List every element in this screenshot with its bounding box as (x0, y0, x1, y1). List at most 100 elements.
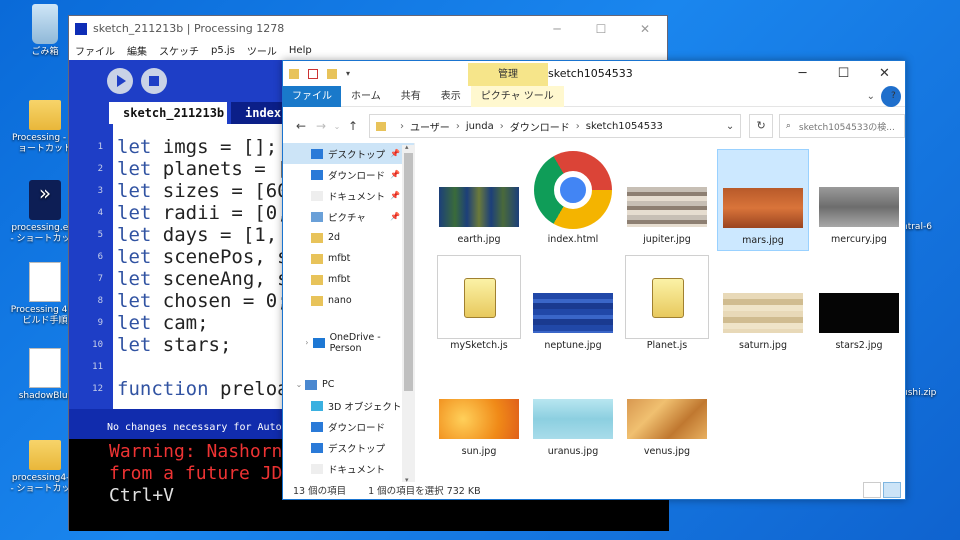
minimize-button[interactable]: ─ (535, 22, 579, 36)
minimize-button[interactable]: ─ (782, 66, 823, 81)
keyword: let (117, 180, 152, 202)
explorer-titlebar[interactable]: ▾ 管理 sketch1054533 ─ ☐ ✕ (283, 61, 905, 86)
tab-picture-tools[interactable]: ピクチャ ツール (470, 85, 564, 107)
nav-item[interactable]: 2d (283, 227, 414, 248)
path-users[interactable]: ユーザー (410, 119, 450, 134)
properties-icon[interactable] (308, 68, 318, 79)
file-item[interactable]: stars2.jpg (813, 255, 905, 357)
menu-item[interactable]: p5.js (205, 45, 241, 56)
address-dropdown-icon[interactable]: ⌄ (726, 121, 740, 132)
run-button[interactable] (107, 68, 133, 94)
menu-item[interactable]: 編集 (121, 43, 153, 58)
close-button[interactable]: ✕ (864, 66, 905, 81)
folder-icon (311, 211, 323, 222)
file-item[interactable]: sun.jpg (433, 361, 525, 463)
nav-item[interactable]: ピクチャ 📌 (283, 206, 414, 227)
file-item[interactable]: saturn.jpg (717, 255, 809, 357)
code-text: let sceneAng, sc (117, 268, 300, 290)
code-rest: days = [1, 8 (151, 224, 301, 246)
path-sketch[interactable]: sketch1054533 (586, 121, 663, 132)
code-text: let cam; (117, 312, 209, 334)
tab-view[interactable]: 表示 (431, 86, 471, 107)
chevron-down-icon[interactable]: ▾ (346, 69, 350, 79)
tab-share[interactable]: 共有 (391, 86, 431, 107)
explorer-window[interactable]: ▾ 管理 sketch1054533 ─ ☐ ✕ ファイル ホーム 共有 表示 … (282, 60, 906, 500)
file-item[interactable]: index.html (527, 149, 619, 251)
recent-locations-icon[interactable]: ⌄ (331, 122, 343, 131)
nav-item[interactable]: デスクトップ (283, 437, 414, 458)
help-icon[interactable]: ? (881, 85, 901, 107)
large-icons-view-button[interactable] (883, 482, 901, 498)
processing-logo-icon (75, 22, 87, 35)
file-item[interactable]: mars.jpg (717, 149, 809, 251)
nav-item[interactable]: 3D オブジェクト (283, 395, 414, 416)
menu-item[interactable]: スケッチ (153, 43, 205, 58)
code-rest: radii = [0, (151, 202, 289, 224)
back-button[interactable]: ← (291, 119, 311, 133)
expand-icon[interactable]: › (301, 338, 313, 347)
expand-icon[interactable]: ⌄ (293, 380, 305, 389)
nav-item[interactable]: › OneDrive - Person (283, 332, 414, 354)
file-item[interactable]: Planet.js (621, 255, 713, 357)
maximize-button[interactable]: ☐ (823, 66, 864, 81)
item-count: 13 個の項目 (293, 486, 347, 497)
processing-menubar: ファイル 編集 スケッチ p5.js ツール Help (69, 41, 667, 60)
nav-item[interactable]: mfbt (283, 269, 414, 290)
file-icon (29, 348, 61, 388)
menu-item[interactable]: ツール (241, 43, 283, 58)
navigation-scrollbar[interactable]: ▴ ▾ (402, 143, 415, 484)
nav-item[interactable]: ダウンロード (283, 416, 414, 437)
file-name: mySketch.js (450, 340, 508, 351)
processing-titlebar[interactable]: sketch_211213b | Processing 1278 ─ ☐ ✕ (69, 16, 667, 41)
nav-item[interactable]: mfbt (283, 248, 414, 269)
selection-info: 1 個の項目を選択 732 KB (368, 486, 481, 497)
address-bar[interactable]: › ユーザー › junda › ダウンロード › sketch1054533 … (369, 114, 742, 138)
path-downloads[interactable]: ダウンロード (510, 119, 570, 134)
file-item[interactable]: mySketch.js (433, 255, 525, 357)
file-name: saturn.jpg (739, 340, 787, 351)
image-thumbnail (627, 399, 707, 439)
code-text: function preload (117, 378, 300, 400)
tab-sketch[interactable]: sketch_211213b (109, 102, 227, 124)
path-user[interactable]: junda (466, 121, 494, 132)
file-item[interactable]: earth.jpg (433, 149, 525, 251)
file-name: mars.jpg (742, 235, 784, 246)
tab-home[interactable]: ホーム (341, 86, 391, 107)
folder-icon (305, 379, 317, 390)
file-item[interactable]: neptune.jpg (527, 255, 619, 357)
close-button[interactable]: ✕ (623, 22, 667, 36)
line-number: 7 (97, 274, 103, 284)
keyword: let (117, 136, 152, 158)
nav-item[interactable]: ⌄ PC (283, 374, 414, 395)
tab-file[interactable]: ファイル (283, 85, 341, 107)
nav-item[interactable]: デスクトップ 📌 (283, 143, 414, 164)
folder-icon (29, 100, 61, 130)
nav-item[interactable]: nano (283, 290, 414, 311)
file-item[interactable]: uranus.jpg (527, 361, 619, 463)
forward-button[interactable]: → (311, 119, 331, 133)
context-tab-header: 管理 (468, 63, 548, 86)
maximize-button[interactable]: ☐ (579, 22, 623, 36)
up-button[interactable]: ↑ (343, 119, 363, 133)
file-item[interactable]: venus.jpg (621, 361, 713, 463)
menu-item[interactable]: Help (283, 45, 318, 56)
desktop-icon-label[interactable]: ushi.zip (902, 388, 936, 398)
stop-button[interactable] (141, 68, 167, 94)
refresh-button[interactable]: ↻ (749, 114, 773, 138)
file-item[interactable]: jupiter.jpg (621, 149, 713, 251)
new-folder-icon[interactable] (327, 68, 337, 79)
nav-item[interactable]: ドキュメント (283, 458, 414, 479)
details-view-button[interactable] (863, 482, 881, 498)
folder-icon (289, 68, 299, 79)
search-input[interactable]: ⌕ sketch1054533の検... (778, 114, 905, 138)
desktop-icon-label: shadowBlur (18, 391, 72, 401)
nav-item[interactable]: ダウンロード 📌 (283, 164, 414, 185)
file-item[interactable]: mercury.jpg (813, 149, 905, 251)
scrollbar-thumb[interactable] (404, 153, 413, 391)
desktop-icon-label: ごみ箱 (31, 47, 59, 57)
line-number: 3 (97, 186, 103, 196)
nav-item[interactable]: ドキュメント 📌 (283, 185, 414, 206)
ribbon-expand-icon[interactable]: ⌄ (861, 86, 881, 107)
folder-icon (312, 337, 325, 348)
menu-item[interactable]: ファイル (69, 43, 121, 58)
